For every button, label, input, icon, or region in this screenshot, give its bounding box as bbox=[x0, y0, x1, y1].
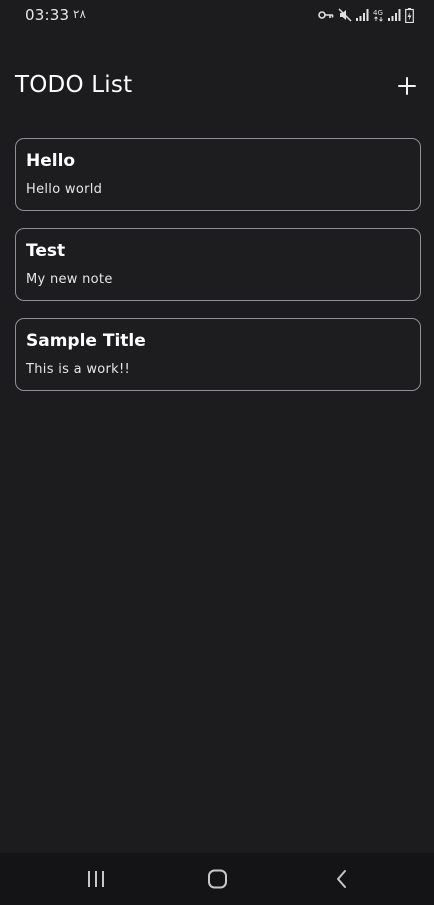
signal-icon bbox=[388, 9, 401, 21]
plus-icon bbox=[398, 77, 416, 95]
back-button[interactable] bbox=[330, 867, 354, 891]
navigation-bar bbox=[0, 853, 434, 905]
page-title: TODO List bbox=[15, 72, 133, 98]
status-notification-text: ۲۸ bbox=[73, 7, 86, 21]
home-icon bbox=[208, 869, 227, 889]
recents-icon bbox=[88, 871, 104, 887]
note-body: My new note bbox=[26, 272, 113, 287]
note-title: Hello bbox=[26, 151, 76, 171]
mute-icon bbox=[338, 8, 352, 22]
note-title: Test bbox=[26, 241, 66, 261]
note-body: This is a work!! bbox=[26, 362, 130, 377]
note-card[interactable]: Hello Hello world bbox=[15, 138, 421, 211]
note-card[interactable]: Test My new note bbox=[15, 228, 421, 301]
key-icon bbox=[318, 9, 334, 21]
note-body: Hello world bbox=[26, 182, 103, 197]
status-time: 03:33 bbox=[25, 6, 70, 24]
notes-list: Hello Hello world Test My new note Sampl… bbox=[15, 138, 421, 408]
signal-icon bbox=[356, 9, 369, 21]
battery-icon bbox=[405, 7, 414, 23]
home-button[interactable] bbox=[206, 867, 230, 891]
back-icon bbox=[337, 870, 346, 888]
status-icons: 4G bbox=[318, 5, 414, 25]
status-bar: 03:33 ۲۸ 4G bbox=[0, 0, 434, 30]
4g-icon: 4G bbox=[373, 8, 384, 22]
note-card[interactable]: Sample Title This is a work!! bbox=[15, 318, 421, 391]
network-label: 4G bbox=[373, 9, 383, 17]
recents-button[interactable] bbox=[84, 867, 108, 891]
note-title: Sample Title bbox=[26, 331, 146, 351]
add-note-button[interactable] bbox=[397, 76, 417, 96]
